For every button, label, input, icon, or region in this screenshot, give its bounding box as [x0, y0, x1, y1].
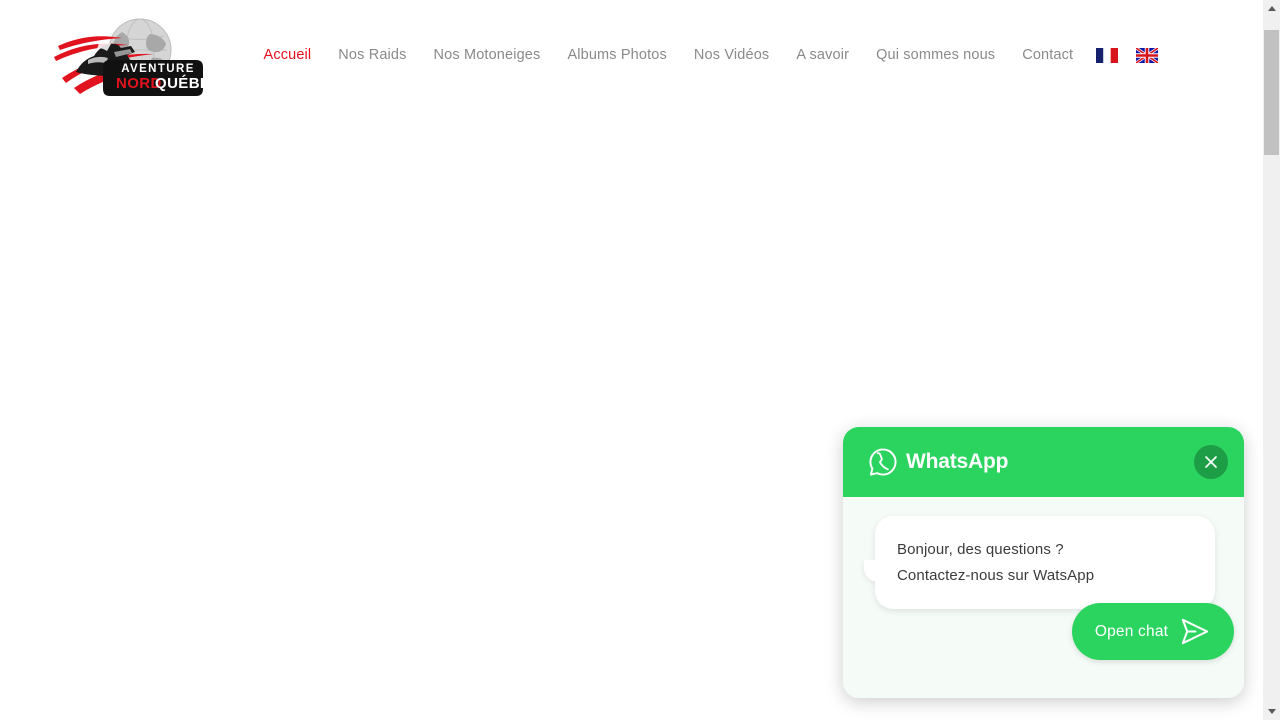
scroll-up-arrow-icon[interactable]: [1263, 0, 1280, 17]
nav-item-a-savoir[interactable]: A savoir: [783, 45, 863, 65]
nav-item-contact[interactable]: Contact: [1009, 45, 1087, 65]
whatsapp-brand: WhatsApp: [868, 447, 1008, 477]
svg-text:QUÉBEC: QUÉBEC: [155, 75, 207, 92]
nav-item-accueil[interactable]: Accueil: [250, 45, 325, 65]
svg-text:AVENTURE: AVENTURE: [121, 63, 195, 75]
whatsapp-message-bubble: Bonjour, des questions ? Contactez-nous …: [864, 516, 1215, 609]
site-header: AVENTURE NORD QUÉBEC Accueil Nos Raids N…: [0, 0, 1263, 112]
whatsapp-open-chat-button[interactable]: Open chat: [1072, 603, 1234, 660]
nav-item-nos-raids[interactable]: Nos Raids: [325, 45, 420, 65]
nav-item-nos-videos[interactable]: Nos Vidéos: [680, 45, 782, 65]
page-viewport: AVENTURE NORD QUÉBEC Accueil Nos Raids N…: [0, 0, 1263, 720]
aventure-nord-quebec-logo-icon: AVENTURE NORD QUÉBEC: [54, 18, 221, 96]
flag-france-icon[interactable]: [1095, 47, 1118, 63]
main-navigation: Accueil Nos Raids Nos Motoneiges Albums …: [250, 45, 1167, 65]
site-logo[interactable]: AVENTURE NORD QUÉBEC: [52, 16, 221, 100]
nav-item-albums-photos[interactable]: Albums Photos: [554, 45, 680, 65]
open-chat-label: Open chat: [1094, 622, 1169, 640]
send-paper-plane-icon: [1178, 615, 1211, 648]
whatsapp-message-line-2: Contactez-nous sur WatsApp: [897, 567, 1095, 584]
whatsapp-widget-body: Bonjour, des questions ? Contactez-nous …: [843, 497, 1244, 698]
whatsapp-chat-widget: WhatsApp Bonjour, des questions ? Contac…: [843, 427, 1244, 698]
scrollbar-thumb[interactable]: [1264, 30, 1279, 155]
flag-united-kingdom-icon[interactable]: [1134, 46, 1159, 64]
nav-item-qui-sommes-nous[interactable]: Qui sommes nous: [863, 45, 1009, 65]
whatsapp-widget-title: WhatsApp: [906, 450, 1009, 473]
whatsapp-message-line-1: Bonjour, des questions ?: [897, 541, 1064, 558]
page-root: AVENTURE NORD QUÉBEC Accueil Nos Raids N…: [0, 0, 1280, 720]
whatsapp-widget-header: WhatsApp: [843, 427, 1244, 497]
whatsapp-close-button[interactable]: [1194, 445, 1228, 479]
vertical-scrollbar[interactable]: [1263, 0, 1280, 720]
nav-item-nos-motoneiges[interactable]: Nos Motoneiges: [420, 45, 554, 65]
close-icon: [1205, 456, 1217, 468]
scroll-down-arrow-icon[interactable]: [1263, 703, 1280, 720]
whatsapp-icon: [868, 447, 898, 477]
